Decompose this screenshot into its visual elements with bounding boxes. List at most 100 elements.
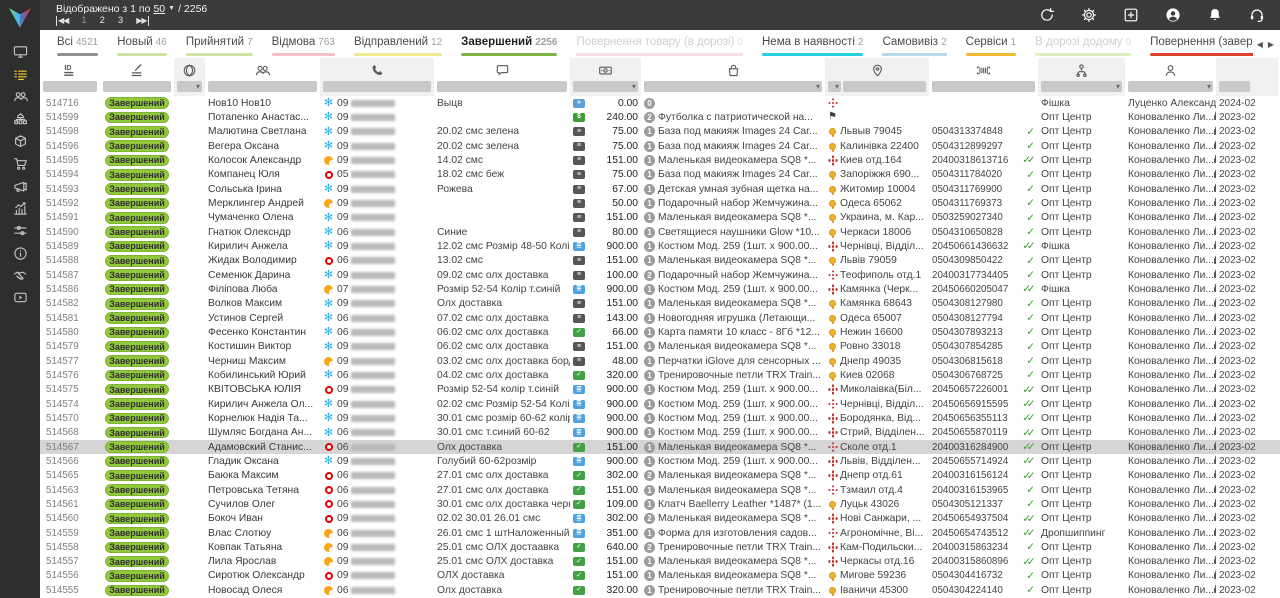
bell-icon[interactable] — [1206, 6, 1224, 24]
tab-самовивіз[interactable]: Самовивіз2 — [882, 35, 946, 56]
sidebar-item-purchases[interactable] — [0, 155, 40, 177]
column-header-date[interactable] — [1216, 58, 1278, 79]
last-page-button[interactable]: ▶▶ — [136, 16, 148, 26]
order-row[interactable]: 514594ЗавершенийКомпанец Юля0518.02 смс … — [40, 168, 1280, 182]
tab-нема-в-наявності[interactable]: Нема в наявності2 — [762, 35, 863, 56]
order-row[interactable]: 514567ЗавершенийАдамовский Станис...06Ол… — [40, 440, 1280, 454]
order-row[interactable]: 514591ЗавершенийЧумаченко Олена✻09≡151.0… — [40, 211, 1280, 225]
order-row[interactable]: 514561ЗавершенийСучилов Олег0630.01 смс … — [40, 497, 1280, 511]
order-row[interactable]: 514596ЗавершенийВегера Оксана✻0920.02 см… — [40, 139, 1280, 153]
per-page-select[interactable]: 50 — [153, 3, 165, 15]
tab-прийнятий[interactable]: Прийнятий7 — [186, 35, 253, 56]
order-row[interactable]: 514563ЗавершенийПетровська Тетяна0627.01… — [40, 483, 1280, 497]
sidebar-item-campaigns[interactable] — [0, 177, 40, 199]
order-row[interactable]: 514574ЗавершенийКирилич Анжела Ол...✻090… — [40, 397, 1280, 411]
tabs-scroll-left-icon[interactable]: ◀ — [1257, 40, 1263, 49]
filter-input-id[interactable] — [43, 81, 97, 92]
refresh-icon[interactable] — [1038, 6, 1056, 24]
order-row[interactable]: 514566ЗавершенийГладик Оксана✻09Голубий … — [40, 454, 1280, 468]
column-header-manager[interactable] — [1125, 58, 1216, 79]
column-header-id[interactable]: ID — [40, 58, 100, 79]
order-row[interactable]: 514593ЗавершенийСольська Ірина✻09Рожева≡… — [40, 182, 1280, 196]
account-icon[interactable] — [1164, 6, 1182, 24]
order-row[interactable]: 514587ЗавершенийСеменюк Дарина✻0909.02 с… — [40, 268, 1280, 282]
order-row[interactable]: 514589ЗавершенийКирилич Анжела✻0912.02 с… — [40, 239, 1280, 253]
order-row[interactable]: 514558ЗавершенийКовпак Татьяна0925.01 см… — [40, 540, 1280, 554]
tab-повернення-товару-в-дорозі-[interactable]: Повернення товару (в дорозі)0 — [576, 35, 743, 56]
gear-icon[interactable] — [1080, 6, 1098, 24]
filter-input-status[interactable] — [103, 81, 171, 92]
order-row[interactable]: 514556ЗавершенийСиротюк Олександр09ОЛХ д… — [40, 569, 1280, 583]
filter-input-name[interactable] — [208, 81, 317, 92]
order-row[interactable]: 514581ЗавершенийУстинов Сергей✻0607.02 с… — [40, 311, 1280, 325]
tab-відмова[interactable]: Відмова763 — [272, 35, 335, 56]
order-row[interactable]: 514590ЗавершенийГнатюк Олексндр✻06Синие≡… — [40, 225, 1280, 239]
filter-input-manager[interactable]: ▾ — [1128, 81, 1213, 92]
order-row[interactable]: 514716ЗавершенийНов10 Нов10✻09Выцв»0.000… — [40, 96, 1280, 110]
tabs-scroll-right-icon[interactable]: ▶ — [1268, 40, 1274, 49]
sidebar-item-settings[interactable] — [0, 222, 40, 244]
column-header-product[interactable] — [641, 58, 825, 79]
sidebar-item-dashboard[interactable] — [0, 43, 40, 65]
page-number-1[interactable]: 1 — [81, 16, 86, 26]
order-row[interactable]: 514575ЗавершенийКВІТОВСЬКА ЮЛІЯ09Розмір … — [40, 383, 1280, 397]
filter-input-center[interactable]: ▾ — [1041, 81, 1122, 92]
order-row[interactable]: 514568ЗавершенийШумляс Богдана Ан...✻063… — [40, 426, 1280, 440]
filter-input-location[interactable] — [843, 81, 926, 92]
tab-завершений[interactable]: Завершений2256 — [461, 35, 557, 56]
page-number-3[interactable]: 3 — [118, 16, 123, 26]
sidebar-item-partners[interactable] — [0, 267, 40, 289]
filter-input-phone[interactable] — [323, 81, 431, 92]
column-header-name[interactable] — [205, 58, 320, 79]
column-header-comment[interactable] — [434, 58, 570, 79]
page-number-2[interactable]: 2 — [100, 16, 105, 26]
sidebar-item-customers[interactable] — [0, 88, 40, 110]
sidebar-item-video-lessons[interactable] — [0, 289, 40, 311]
order-row[interactable]: 514586ЗавершенийФіліпова Люба07Розмір 52… — [40, 282, 1280, 296]
order-row[interactable]: 514559ЗавершенийВлас Слотюу0626.01 смс 1… — [40, 526, 1280, 540]
filter-input-location[interactable]: ▾ — [828, 81, 841, 92]
tab-сервіси[interactable]: Сервіси1 — [966, 35, 1017, 56]
filter-input-ttn[interactable] — [932, 81, 1035, 92]
column-header-phone[interactable] — [320, 58, 434, 79]
tab-відправлений[interactable]: Відправлений12 — [354, 35, 442, 56]
filter-input-comment[interactable] — [437, 81, 567, 92]
sidebar-item-products[interactable] — [0, 133, 40, 155]
column-header-ttn[interactable] — [929, 58, 1038, 79]
column-header-flag[interactable] — [174, 58, 205, 79]
column-header-center[interactable] — [1038, 58, 1125, 79]
filter-input-date[interactable] — [1219, 81, 1250, 92]
order-row[interactable]: 514555ЗавершенийНовосад Олеся06Олх доста… — [40, 583, 1280, 597]
add-window-icon[interactable] — [1122, 6, 1140, 24]
sidebar-item-statistics[interactable] — [0, 200, 40, 222]
filter-input-product[interactable]: ▾ — [644, 81, 822, 92]
app-logo[interactable] — [7, 5, 33, 31]
tab-в-дорозі-додому[interactable]: В дорозі додому0 — [1035, 35, 1131, 56]
order-row[interactable]: 514565ЗавершенийБаюка Максим0627.01 смс … — [40, 469, 1280, 483]
column-header-money[interactable] — [570, 58, 641, 79]
column-header-location[interactable] — [825, 58, 929, 79]
order-row[interactable]: 514560ЗавершенийБокоч Иван0902.02 30.01 … — [40, 512, 1280, 526]
order-row[interactable]: 514576ЗавершенийКобилинський Юрий✻0604.0… — [40, 368, 1280, 382]
order-row[interactable]: 514577ЗавершенийЧерниш Максим0903.02 смс… — [40, 354, 1280, 368]
sidebar-item-info[interactable] — [0, 245, 40, 267]
first-page-button[interactable]: ◀◀ — [56, 16, 68, 26]
order-row[interactable]: 514598ЗавершенийМалютина Светлана✻0920.0… — [40, 125, 1280, 139]
column-header-status[interactable] — [100, 58, 174, 79]
order-row[interactable]: 514588ЗавершенийЖидак Володимир0613.02 с… — [40, 254, 1280, 268]
tab-новый[interactable]: Новый46 — [117, 35, 167, 56]
order-row[interactable]: 514579ЗавершенийКостишин Виктор✻0906.02 … — [40, 340, 1280, 354]
sidebar-item-orders[interactable] — [0, 65, 40, 87]
order-row[interactable]: 514580ЗавершенийФесенко Константин✻0606.… — [40, 325, 1280, 339]
order-row[interactable]: 514599ЗавершенийПотапенко Анастас...✻09$… — [40, 110, 1280, 124]
filter-input-flag[interactable]: ▾ — [177, 81, 202, 92]
order-row[interactable]: 514592ЗавершенийМерклингер Андрей09≡50.0… — [40, 196, 1280, 210]
support-icon[interactable] — [1248, 6, 1266, 24]
order-row[interactable]: 514595ЗавершенийКолосок Александр0914.02… — [40, 153, 1280, 167]
order-row[interactable]: 514570ЗавершенийКорнелюк Надія Та...✻093… — [40, 411, 1280, 425]
order-row[interactable]: 514557ЗавершенийЛила Ярослав0925.01 смс … — [40, 555, 1280, 569]
tab-всі[interactable]: Всі4521 — [57, 35, 98, 56]
sidebar-item-company-structure[interactable] — [0, 110, 40, 132]
order-row[interactable]: 514582ЗавершенийВолков Максим✻09Олх дост… — [40, 297, 1280, 311]
filter-input-money[interactable]: ▾ — [573, 81, 638, 92]
